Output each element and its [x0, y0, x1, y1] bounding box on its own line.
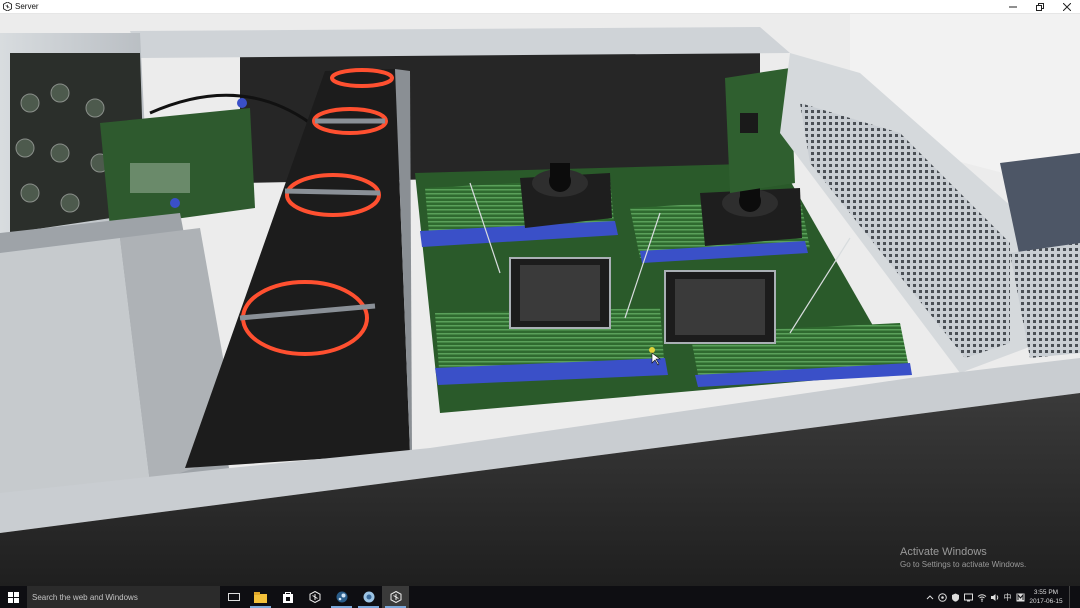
minimize-button[interactable]: [999, 0, 1026, 13]
tray-ime-mode[interactable]: [1014, 586, 1027, 608]
windows-logo-icon: [8, 591, 19, 603]
tray-wifi[interactable]: [975, 586, 988, 608]
taskbar-unity-active[interactable]: [382, 586, 409, 608]
app-globe-icon: [363, 591, 374, 603]
task-view-button[interactable]: [220, 586, 247, 608]
taskbar-unity[interactable]: [301, 586, 328, 608]
heatsink-2: [700, 183, 802, 246]
shield-icon: [952, 593, 959, 602]
minimize-icon: [1008, 6, 1017, 7]
tray-network-alt[interactable]: [936, 586, 949, 608]
window-titlebar: Server: [0, 0, 1080, 14]
taskbar-steam[interactable]: [328, 586, 355, 608]
system-tray: 中 3:55 PM 2017-06-15: [923, 586, 1080, 608]
tray-ime-zh[interactable]: 中: [1001, 586, 1014, 608]
search-placeholder: Search the web and Windows: [32, 592, 138, 602]
steam-icon: [336, 591, 347, 603]
restore-button[interactable]: [1026, 0, 1053, 13]
circle-arrow-icon: [938, 592, 947, 602]
ime-language-label: 中: [1003, 592, 1012, 602]
show-desktop-button[interactable]: [1069, 586, 1080, 608]
taskbar-store[interactable]: [274, 586, 301, 608]
windows-taskbar: Search the web and Windows 中 3:55 PM 201…: [0, 586, 1080, 608]
unity-app-icon: [2, 2, 12, 12]
start-button[interactable]: [0, 586, 27, 608]
server-scene: [0, 13, 1080, 586]
tray-remote[interactable]: [962, 586, 975, 608]
watermark-subtitle: Go to Settings to activate Windows.: [900, 560, 1027, 569]
volume-icon: [990, 593, 998, 601]
clock-time: 3:55 PM: [1033, 589, 1059, 596]
taskbar-search-box[interactable]: Search the web and Windows: [27, 586, 220, 608]
window-controls: [999, 0, 1080, 13]
remote-desktop-icon: [964, 593, 973, 601]
folder-icon: [254, 591, 267, 603]
window-title: Server: [15, 2, 39, 11]
show-hidden-icons-button[interactable]: [923, 586, 936, 608]
activate-windows-watermark: Activate Windows Go to Settings to activ…: [900, 546, 1026, 569]
close-icon: [1062, 2, 1071, 11]
ime-mode-icon: [1016, 593, 1025, 601]
taskbar-app[interactable]: [355, 586, 382, 608]
store-bag-icon: [282, 592, 293, 603]
unity-icon: [390, 591, 401, 603]
tray-shield[interactable]: [949, 586, 962, 608]
task-view-icon: [227, 593, 240, 601]
wifi-icon: [977, 593, 986, 602]
chevron-up-icon: [926, 595, 933, 600]
server-3d-viewport[interactable]: Activate Windows Go to Settings to activ…: [0, 13, 1080, 586]
taskbar-file-explorer[interactable]: [247, 586, 274, 608]
taskbar-clock[interactable]: 3:55 PM 2017-06-15: [1027, 588, 1065, 606]
restore-icon: [1035, 2, 1044, 11]
close-button[interactable]: [1053, 0, 1080, 13]
tray-volume[interactable]: [988, 586, 1001, 608]
watermark-title: Activate Windows: [900, 546, 987, 558]
unity-icon: [309, 591, 320, 603]
clock-date: 2017-06-15: [1029, 598, 1063, 605]
